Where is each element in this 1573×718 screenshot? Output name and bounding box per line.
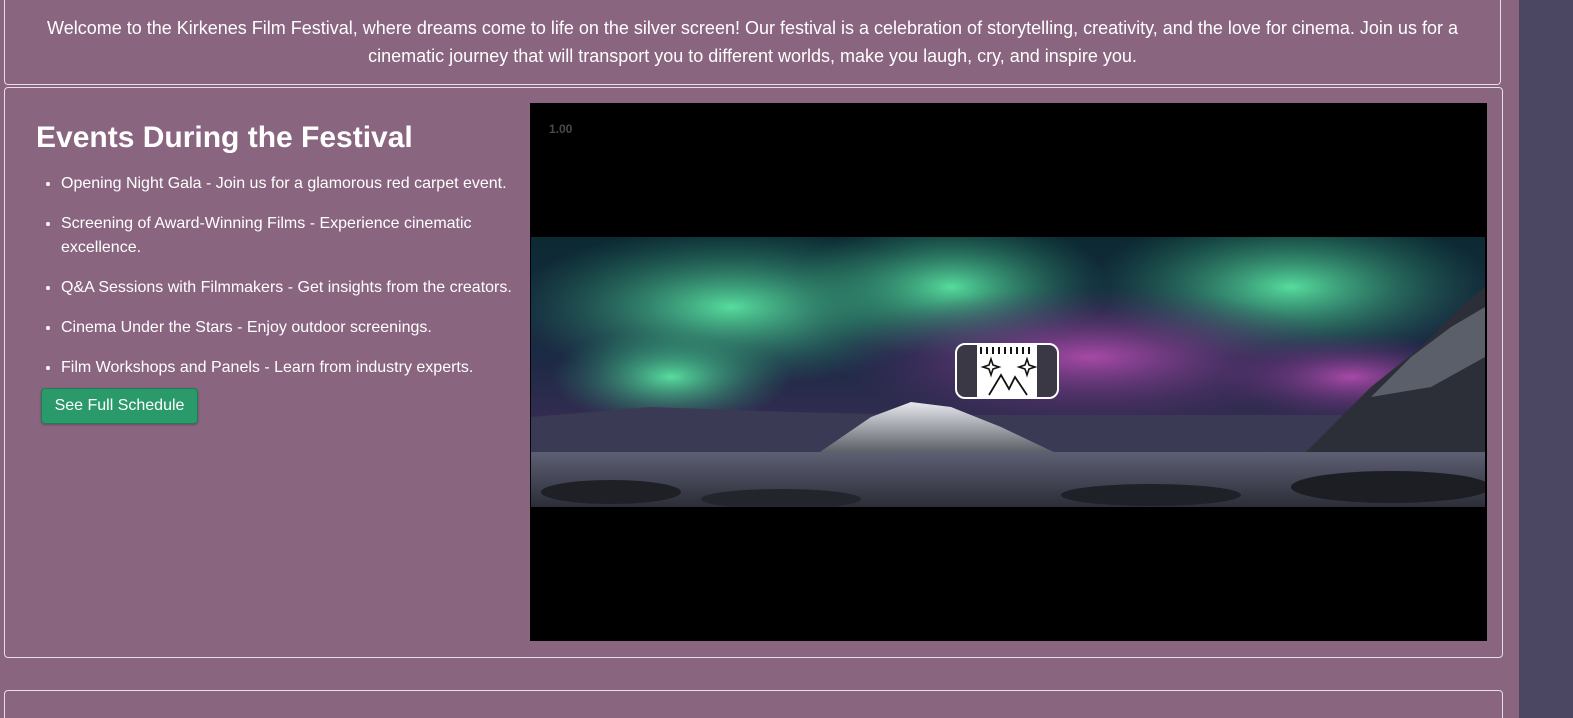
page-main: Welcome to the Kirkenes Film Festival, w… bbox=[0, 0, 1519, 718]
events-section: Events During the Festival Opening Night… bbox=[4, 87, 1503, 658]
next-section bbox=[4, 690, 1503, 718]
event-item: Screening of Award-Winning Films - Exper… bbox=[61, 212, 541, 260]
right-sidebar-strip bbox=[1519, 0, 1573, 718]
event-item: Opening Night Gala - Join us for a glamo… bbox=[61, 172, 541, 196]
see-full-schedule-button[interactable]: See Full Schedule bbox=[41, 388, 198, 424]
event-item: Film Workshops and Panels - Learn from i… bbox=[61, 356, 541, 380]
events-list: Opening Night Gala - Join us for a glamo… bbox=[21, 172, 541, 396]
intro-text: Welcome to the Kirkenes Film Festival, w… bbox=[47, 18, 1458, 66]
event-item: Q&A Sessions with Filmmakers - Get insig… bbox=[61, 276, 541, 300]
playback-speed-label: 1.00 bbox=[549, 122, 573, 136]
event-item: Cinema Under the Stars - Enjoy outdoor s… bbox=[61, 316, 541, 340]
video-player[interactable]: 1.00 bbox=[530, 103, 1487, 641]
film-strip-icon[interactable] bbox=[955, 343, 1059, 399]
intro-section: Welcome to the Kirkenes Film Festival, w… bbox=[4, 0, 1501, 85]
events-title: Events During the Festival bbox=[36, 121, 413, 154]
